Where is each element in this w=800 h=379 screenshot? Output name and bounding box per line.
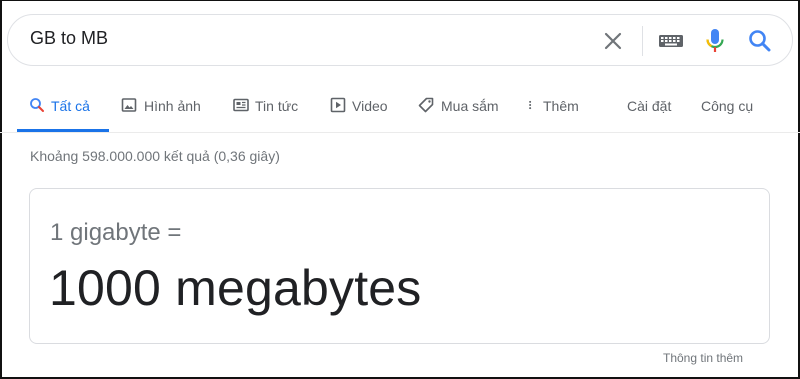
tab-label: Tin tức [255, 98, 299, 114]
tab-shopping[interactable]: Mua sắm [418, 88, 504, 132]
keyboard-button[interactable] [656, 29, 686, 53]
search-icon [749, 30, 771, 52]
search-input[interactable]: GB to MB [30, 28, 108, 49]
tab-video[interactable]: Video [330, 88, 392, 132]
voice-search-button[interactable] [702, 27, 728, 55]
tab-more[interactable]: Thêm [527, 88, 583, 132]
result-stats: Khoảng 598.000.000 kết quả (0,36 giây) [30, 148, 280, 164]
keyboard-icon [659, 35, 683, 47]
tab-label: Video [352, 98, 388, 114]
tab-label: Tất cả [51, 98, 90, 114]
tab-label: Cài đặt [627, 98, 672, 114]
tab-settings[interactable]: Cài đặt [627, 88, 677, 132]
tag-icon [418, 97, 434, 113]
converter-from: 1 gigabyte = [50, 219, 182, 246]
tab-label: Công cụ [701, 98, 754, 114]
tab-label: Thêm [543, 98, 579, 114]
tab-label: Hình ảnh [144, 98, 201, 114]
tab-news[interactable]: Tin tức [233, 88, 305, 132]
tab-images[interactable]: Hình ảnh [121, 88, 207, 132]
tabs-divider [0, 132, 800, 133]
search-bar[interactable]: GB to MB [7, 14, 793, 66]
search-button[interactable] [746, 27, 774, 55]
video-icon [330, 97, 346, 113]
microphone-icon [706, 29, 724, 52]
news-icon [233, 98, 249, 112]
tab-label: Mua sắm [441, 98, 499, 114]
tab-all[interactable]: Tất cả [17, 88, 109, 132]
search-tabs: Tất cả Hình ảnh Tin tức Video Mua sắm Th… [0, 88, 800, 132]
search-icon [30, 98, 44, 112]
clear-button[interactable] [600, 28, 626, 54]
more-info-link[interactable]: Thông tin thêm [663, 351, 743, 365]
unit-converter-card: 1 gigabyte = 1000 megabytes [29, 188, 770, 344]
more-vert-icon [529, 100, 532, 110]
image-icon [121, 98, 137, 112]
close-icon [604, 32, 622, 50]
tab-tools[interactable]: Công cụ [701, 88, 759, 132]
converter-result: 1000 megabytes [49, 260, 422, 316]
search-bar-divider [642, 26, 643, 56]
